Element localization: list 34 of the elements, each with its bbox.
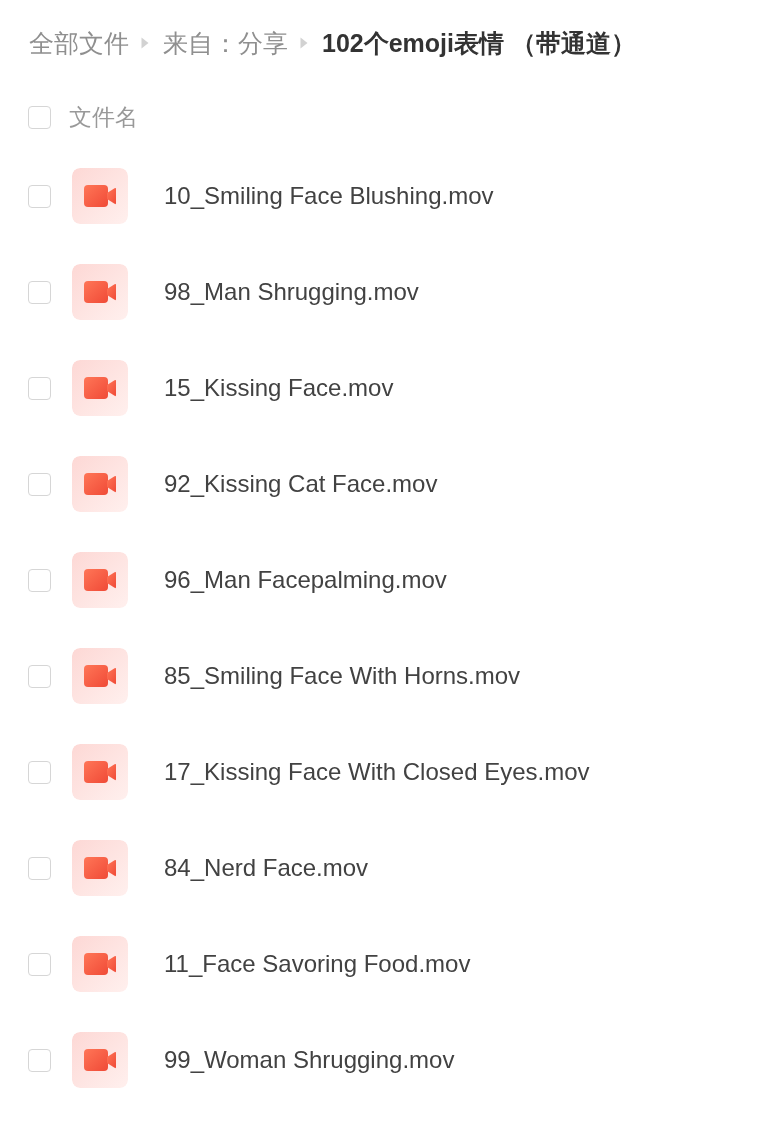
checkbox[interactable]	[28, 280, 51, 304]
file-name[interactable]: 96_Man Facepalming.mov	[164, 566, 447, 594]
checkbox[interactable]	[28, 952, 51, 976]
checkbox[interactable]	[28, 184, 51, 208]
video-file-icon	[72, 264, 128, 320]
video-file-icon	[72, 360, 128, 416]
file-name[interactable]: 10_Smiling Face Blushing.mov	[164, 182, 494, 210]
file-name[interactable]: 15_Kissing Face.mov	[164, 374, 394, 402]
select-all-checkbox[interactable]	[28, 105, 51, 129]
video-file-icon	[72, 936, 128, 992]
video-file-icon	[72, 168, 128, 224]
checkbox[interactable]	[28, 472, 51, 496]
file-name[interactable]: 84_Nerd Face.mov	[164, 854, 369, 882]
file-name[interactable]: 98_Man Shrugging.mov	[164, 278, 419, 306]
video-file-icon	[72, 552, 128, 608]
file-name[interactable]: 99_Woman Shrugging.mov	[164, 1046, 455, 1074]
video-file-icon	[72, 744, 128, 800]
video-file-icon	[72, 648, 128, 704]
checkbox[interactable]	[28, 760, 51, 784]
video-file-icon	[72, 456, 128, 512]
checkbox[interactable]	[28, 664, 51, 688]
file-name[interactable]: 17_Kissing Face With Closed Eyes.mov	[164, 758, 590, 786]
breadcrumb-separator-icon	[141, 37, 149, 49]
checkbox[interactable]	[28, 376, 51, 400]
video-file-icon	[72, 840, 128, 896]
file-name[interactable]: 92_Kissing Cat Face.mov	[164, 470, 438, 498]
breadcrumb-current[interactable]: 102个emoji表情 （带通道）	[322, 26, 636, 60]
checkbox[interactable]	[28, 856, 51, 880]
file-name[interactable]: 85_Smiling Face With Horns.mov	[164, 662, 521, 690]
checkbox[interactable]	[28, 568, 51, 592]
breadcrumb-separator-icon	[300, 37, 308, 49]
video-file-icon	[72, 1032, 128, 1088]
file-name[interactable]: 11_Face Savoring Food.mov	[164, 950, 471, 978]
checkbox[interactable]	[28, 1048, 51, 1072]
